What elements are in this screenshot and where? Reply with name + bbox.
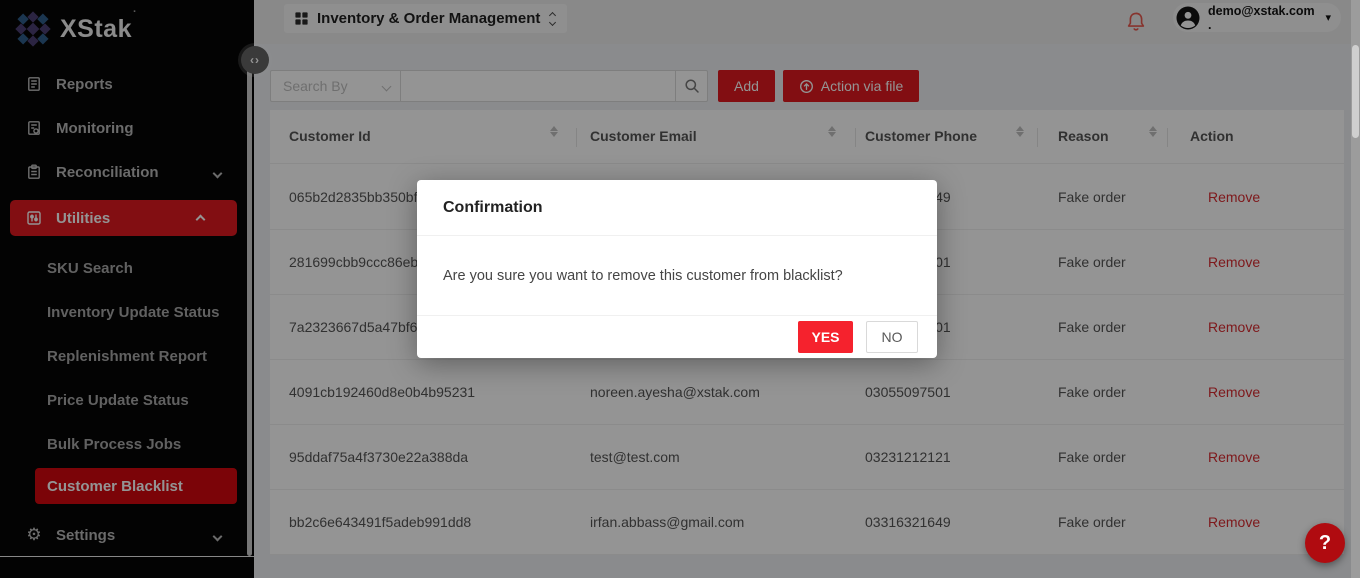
page-scrollbar[interactable] (1351, 0, 1360, 578)
confirmation-dialog: Confirmation Are you sure you want to re… (417, 180, 937, 358)
question-mark-icon: ? (1319, 532, 1331, 555)
dialog-message: Are you sure you want to remove this cus… (417, 237, 937, 315)
dialog-title: Confirmation (417, 180, 937, 236)
dialog-footer: YES NO (417, 315, 937, 358)
no-button[interactable]: NO (866, 321, 918, 353)
scrollbar-thumb[interactable] (1352, 45, 1359, 138)
help-button[interactable]: ? (1305, 523, 1345, 563)
yes-button[interactable]: YES (798, 321, 853, 353)
